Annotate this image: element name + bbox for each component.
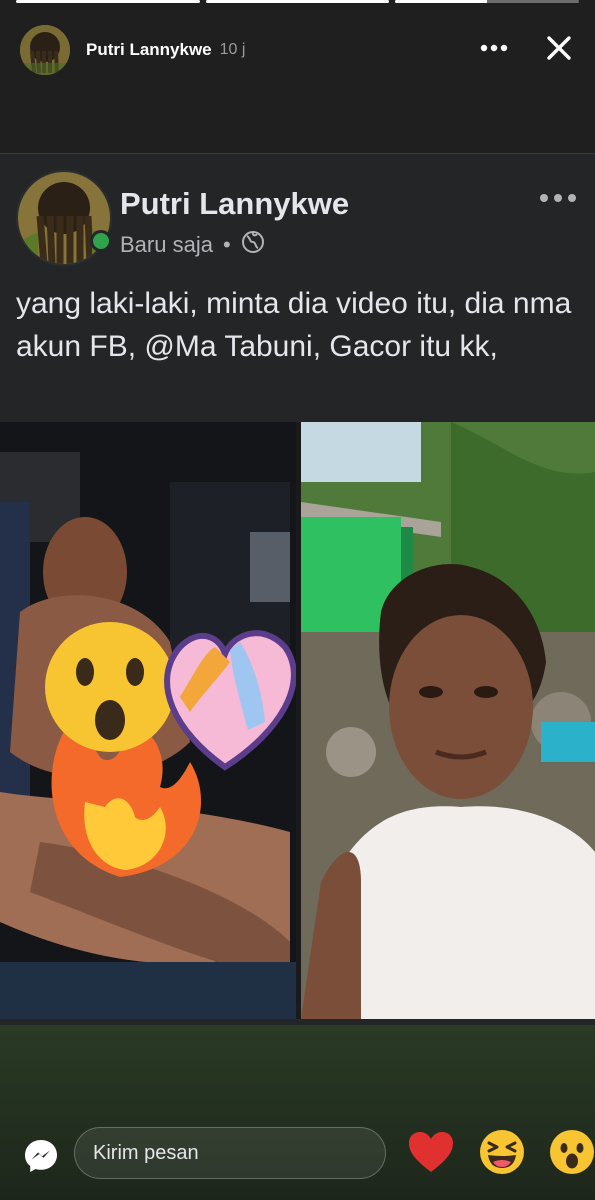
messenger-icon[interactable] [22,1137,60,1175]
post-more-options-icon[interactable] [537,188,579,208]
story-time: 10 j [219,41,246,58]
wow-reaction-icon[interactable] [548,1128,595,1176]
story-header: Putri Lannykwe 10 j [20,22,575,78]
wow-emoji-sticker [45,622,175,752]
globe-icon [241,230,265,260]
story-avatar[interactable] [20,25,70,75]
photo-left[interactable] [0,422,296,1019]
heart-reaction-icon[interactable] [407,1128,455,1176]
online-status-dot [90,230,112,252]
close-icon[interactable] [543,32,575,64]
progress-segment-2 [205,0,390,3]
post-text: yang laki-laki, minta dia video itu, dia… [16,287,572,363]
story-author-name[interactable]: Putri Lannykwe [86,40,212,60]
post-photos[interactable] [0,422,595,1019]
progress-segment-1 [16,0,200,3]
laughing-reaction-icon[interactable] [478,1128,526,1176]
photo-right[interactable] [301,422,595,1019]
meta-separator: • [222,232,231,257]
shared-post-card[interactable]: Putri Lannykwe Baru saja • yang laki-lak… [0,153,595,1026]
reply-message-input[interactable]: Kirim pesan [74,1127,386,1179]
post-author-name[interactable]: Putri Lannykwe [120,186,349,222]
story-progress [16,0,580,4]
more-options-icon[interactable] [479,36,509,60]
progress-segment-3 [395,0,580,3]
post-meta: Baru saja • [120,230,265,260]
post-time: Baru saja [120,232,213,257]
